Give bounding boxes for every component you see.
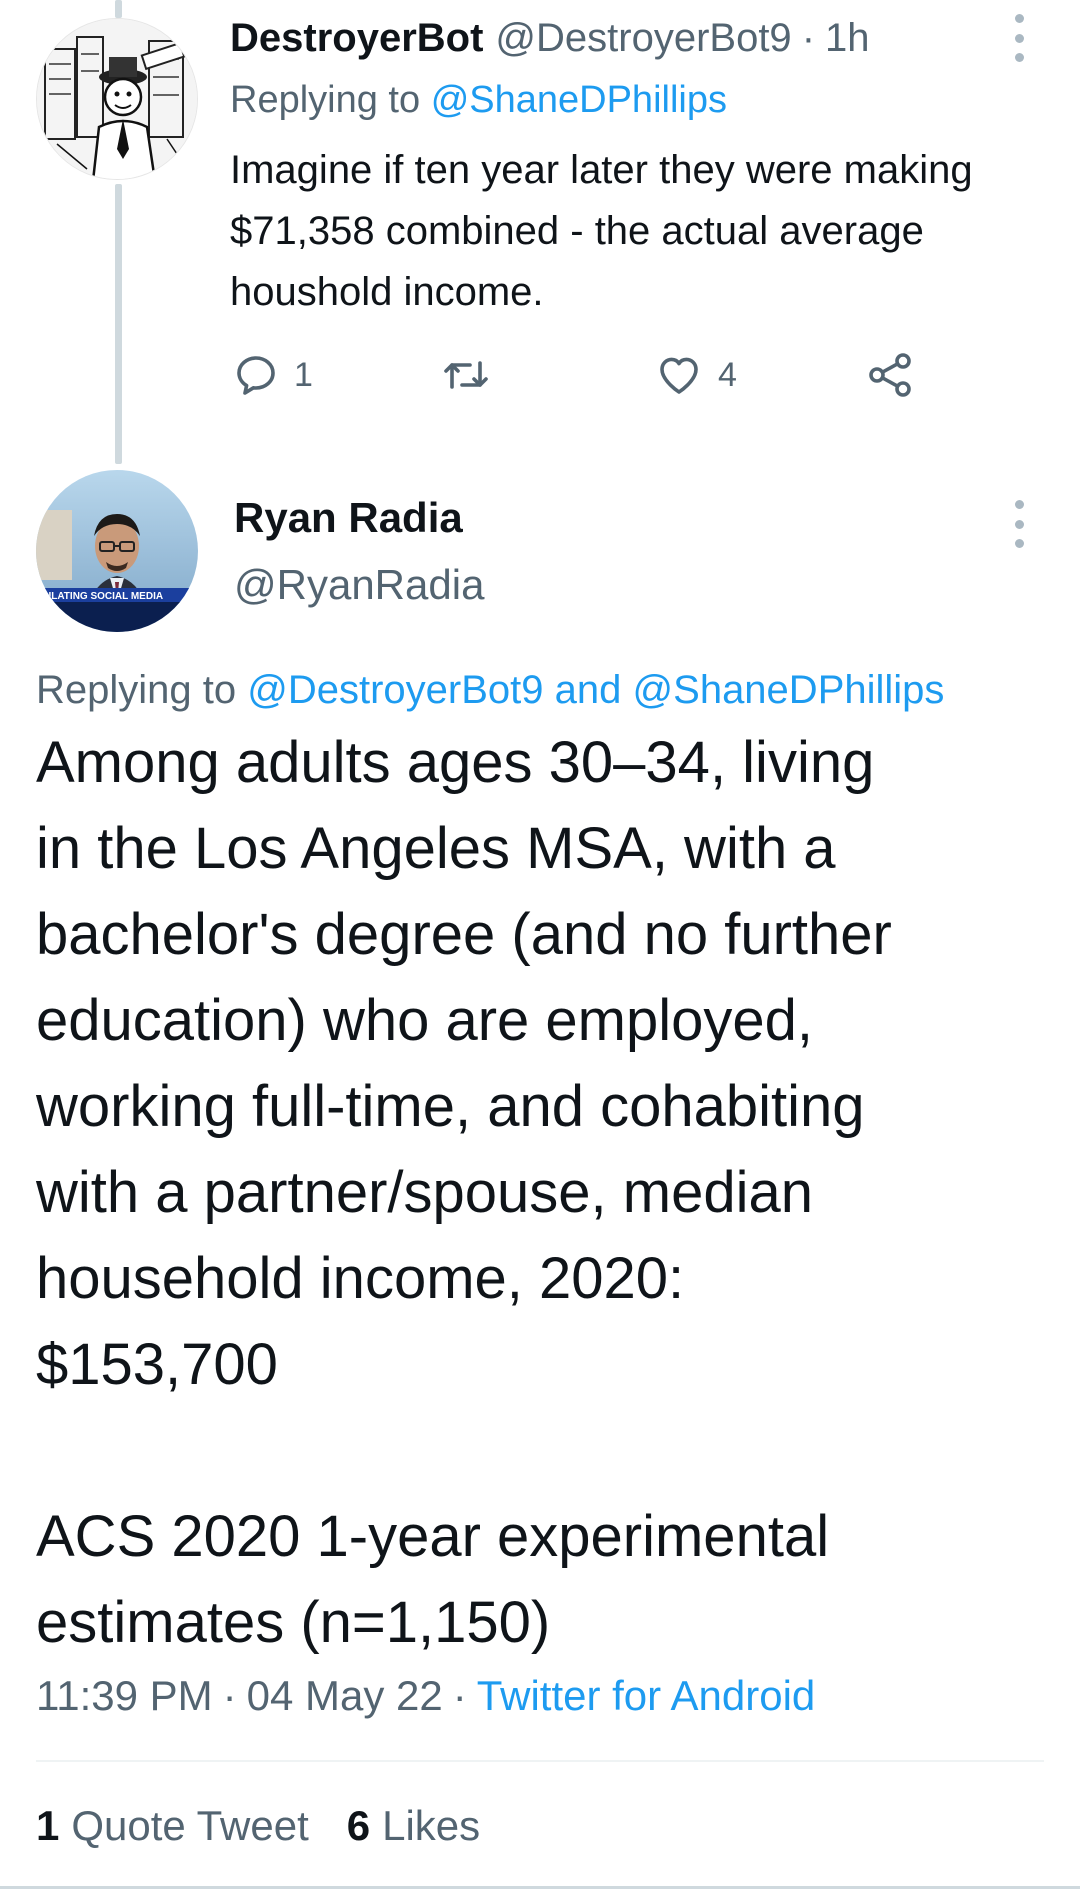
tweet-stats: 1 Quote Tweet 6 Likes (36, 1798, 480, 1854)
author-name[interactable]: Ryan Radia (234, 490, 463, 546)
header-separator: · (801, 16, 816, 60)
reply-time-ago[interactable]: 1h (825, 10, 870, 66)
replying-mention-link-1[interactable]: @DestroyerBot9 (247, 668, 543, 712)
reply-button[interactable]: 1 (232, 345, 313, 405)
main-replying-to: Replying to @DestroyerBot9 and @ShaneDPh… (36, 665, 944, 715)
tweet-date[interactable]: 04 May 22 (247, 1672, 443, 1719)
quote-tweets-stat[interactable]: 1 Quote Tweet (36, 1798, 309, 1854)
reply-author-handle[interactable]: @DestroyerBot9 (495, 10, 791, 66)
share-icon (866, 351, 914, 399)
more-vertical-icon[interactable] (1011, 500, 1027, 548)
replying-prefix: Replying to (36, 668, 237, 712)
like-button[interactable]: 4 (654, 345, 737, 405)
avatar-caption: ULATING SOCIAL MEDIA (44, 591, 163, 602)
bottom-divider (0, 1886, 1080, 1889)
retweet-icon (440, 351, 492, 399)
retweet-button[interactable] (440, 345, 506, 405)
reply-replying-to: Replying to @ShaneDPhillips (230, 75, 727, 125)
more-vertical-icon[interactable] (1011, 14, 1027, 62)
divider (36, 1760, 1044, 1762)
thread-line-top (115, 0, 122, 18)
tweet-text-paragraph-1: Among adults ages 30–34, living in the L… (36, 730, 892, 1397)
reply-action-bar: 1 4 (0, 345, 1080, 405)
quote-tweets-label: Quote Tweet (71, 1802, 309, 1849)
replying-mention-link[interactable]: @ShaneDPhillips (431, 79, 727, 121)
meta-separator: · (452, 1672, 467, 1719)
author-handle[interactable]: @RyanRadia (234, 557, 484, 613)
user-avatar[interactable]: ULATING SOCIAL MEDIA (36, 470, 198, 632)
likes-count: 6 (346, 1802, 371, 1849)
tweet-source-link[interactable]: Twitter for Android (477, 1672, 815, 1719)
likes-stat[interactable]: 6 Likes (347, 1798, 480, 1854)
tweet-text-paragraph-2: ACS 2020 1-year experimental estimates (… (36, 1504, 830, 1655)
replying-mention-link-2[interactable]: @ShaneDPhillips (633, 668, 945, 712)
tweet-thread-page: DestroyerBot @DestroyerBot9 · 1h Replyin… (0, 0, 1080, 1894)
reply-tweet-text: Imagine if ten year later they were maki… (230, 148, 973, 314)
thread-line (115, 184, 122, 464)
replying-conjunction[interactable]: and (555, 668, 622, 712)
reply-bubble-icon (232, 351, 280, 399)
likes-label: Likes (382, 1802, 481, 1849)
meta-separator: · (222, 1672, 237, 1719)
comic-avatar-icon[interactable] (36, 18, 198, 180)
tweet-text: Among adults ages 30–34, living in the L… (36, 720, 1046, 1666)
like-count: 4 (718, 355, 737, 394)
share-button[interactable] (866, 345, 914, 405)
reply-tweet-header: DestroyerBot @DestroyerBot9 · 1h (230, 10, 870, 66)
tweet-meta: 11:39 PM · 04 May 22 · Twitter for Android (36, 1668, 815, 1724)
replying-prefix: Replying to (230, 79, 421, 121)
reply-author-name[interactable]: DestroyerBot (230, 10, 483, 66)
quote-tweets-count: 1 (36, 1802, 60, 1849)
heart-icon (654, 351, 704, 399)
tweet-time[interactable]: 11:39 PM (36, 1672, 213, 1719)
reply-count: 1 (294, 355, 313, 394)
